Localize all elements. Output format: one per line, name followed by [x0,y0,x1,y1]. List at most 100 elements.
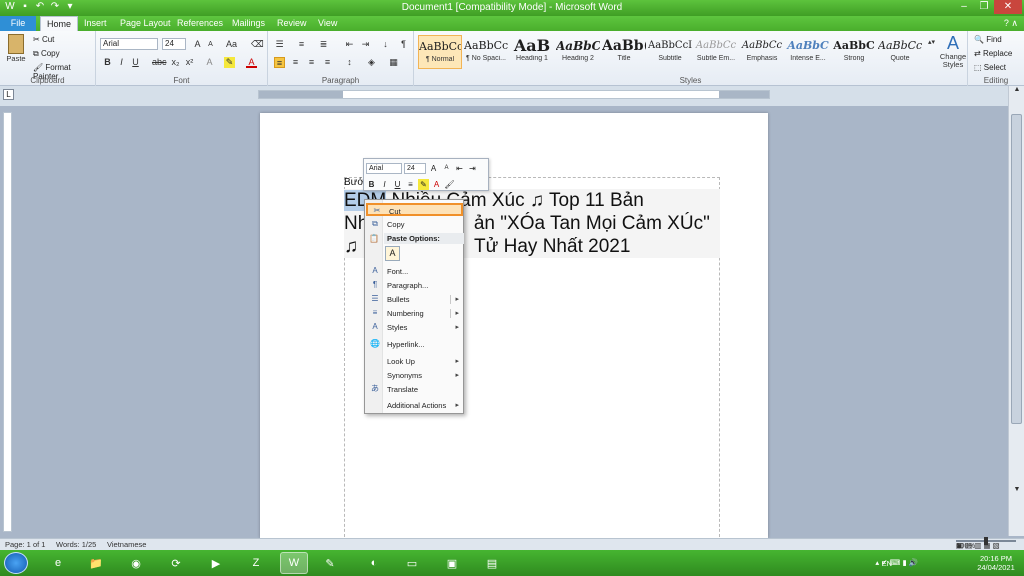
clear-formatting-icon[interactable]: ⌫ [251,39,264,50]
style-subtle-emphasis[interactable]: AaBbCc Subtle Em... [694,35,738,69]
shading-icon[interactable]: ◈ [366,57,377,68]
mini-font-size[interactable]: 24 [404,162,426,174]
justify-icon[interactable]: ≡ [322,57,333,68]
replace-button[interactable]: ⇄ Replace [974,49,1012,58]
bullets-icon[interactable]: ☰ [274,39,285,50]
paste-button[interactable]: Paste [4,34,28,63]
internet-explorer-icon[interactable]: e [44,552,72,574]
italic-icon[interactable]: I [116,57,127,68]
scroll-thumb[interactable] [1011,114,1022,424]
network-app-icon[interactable]: ▭ [398,552,426,574]
mini-center-icon[interactable]: ≡ [405,179,416,190]
borders-icon[interactable]: ▦ [388,57,399,68]
page-count[interactable]: Page: 1 of 1 [5,539,45,550]
decrease-indent-icon[interactable]: ⇤ [344,39,355,50]
strikethrough-icon[interactable]: abc [152,57,167,68]
change-styles-button[interactable]: A Change Styles [938,33,968,69]
word-taskbar-icon[interactable]: W [280,552,308,574]
file-explorer-icon[interactable]: 📁 [82,552,110,574]
mini-highlight-icon[interactable]: ✎ [418,178,429,190]
vertical-ruler[interactable] [3,112,12,532]
select-button[interactable]: ⬚ Select [974,63,1006,72]
scroll-up-icon[interactable]: ▲ [1009,86,1024,98]
zoom-meeting-icon[interactable]: ▣ [438,552,466,574]
style-heading-2[interactable]: AaBbC Heading 2 [556,35,600,69]
mini-underline-icon[interactable]: U [392,179,403,190]
increase-indent-icon[interactable]: ⇥ [360,39,371,50]
style-subtitle[interactable]: AaBbCcI Subtitle [648,35,692,69]
bold-icon[interactable]: B [102,57,113,68]
style-title[interactable]: AaBb( Title [602,35,646,69]
tab-view[interactable]: View [312,16,343,31]
paste-keep-text-button[interactable]: A [385,246,400,261]
zoom-slider[interactable] [956,537,1016,545]
app-icon[interactable]: ⟳ [162,552,190,574]
style-emphasis[interactable]: AaBbCc Emphasis [740,35,784,69]
vertical-scrollbar[interactable]: ▲ ▼ [1008,86,1024,536]
language-indicator[interactable]: Vietnamese [107,539,146,550]
menu-item-hyperlink[interactable]: 🌐 Hyperlink... [366,338,463,351]
mini-format-painter-icon[interactable]: 🖌 [444,179,455,190]
notepad-icon[interactable]: ▤ [478,552,506,574]
menu-item-cut[interactable]: ✂ Cut [366,203,463,216]
tab-review[interactable]: Review [271,16,313,31]
style-strong[interactable]: AaBbC Strong [832,35,876,69]
mini-font-color-icon[interactable]: A [431,179,442,190]
menu-item-synonyms[interactable]: Synonyms ▸ [366,369,463,382]
word-count[interactable]: Words: 1/25 [56,539,96,550]
menu-item-font[interactable]: A Font... [366,265,463,278]
mini-grow-font-icon[interactable]: A [428,163,439,174]
tab-home[interactable]: Home [40,16,79,31]
menu-item-bullets[interactable]: ☰ Bullets ▸ [366,293,463,306]
menu-item-paragraph[interactable]: ¶ Paragraph... [366,279,463,292]
multilevel-list-icon[interactable]: ≣ [318,39,329,50]
numbering-icon[interactable]: ≡ [296,39,307,50]
help-icon[interactable]: ? ∧ [1004,18,1018,29]
style-normal[interactable]: AaBbCc ¶ Normal [418,35,462,69]
menu-item-look-up[interactable]: Look Up ▸ [366,355,463,368]
mini-shrink-font-icon[interactable]: A [441,163,452,174]
grow-font-icon[interactable]: A [192,39,203,50]
menu-item-additional-actions[interactable]: Additional Actions ▸ [366,399,463,412]
menu-item-numbering[interactable]: ≡ Numbering ▸ [366,307,463,320]
minimize-button[interactable]: – [954,0,974,14]
restore-button[interactable]: ❐ [974,0,994,14]
mini-font-name[interactable]: Arial [366,162,402,174]
find-button[interactable]: 🔍 Find [974,35,1002,44]
align-left-icon[interactable]: ≡ [274,57,285,68]
copy-button[interactable]: ⧉ Copy [33,49,60,59]
mini-decrease-indent-icon[interactable]: ⇤ [454,163,465,174]
change-case-icon[interactable]: Aa [226,39,237,50]
style-intense-emphasis[interactable]: AaBbC Intense E... [786,35,830,69]
tab-mailings[interactable]: Mailings [226,16,271,31]
sort-icon[interactable]: ↓ [380,39,391,50]
zoom-slider-knob[interactable] [984,537,988,545]
text-effects-icon[interactable]: A [204,57,215,68]
tab-insert[interactable]: Insert [78,16,113,31]
align-center-icon[interactable]: ≡ [290,57,301,68]
style-no-spacing[interactable]: AaBbCc ¶ No Spaci... [464,35,508,69]
start-button[interactable] [4,552,28,574]
tab-selector-button[interactable]: L [3,89,14,100]
system-clock[interactable]: 20:16 PM 24/04/2021 [974,554,1018,572]
mini-italic-icon[interactable]: I [379,179,390,190]
horizontal-ruler[interactable] [258,90,770,99]
menu-item-translate[interactable]: あ Translate [366,383,463,396]
close-button[interactable]: ✕ [994,0,1022,14]
paint-icon[interactable]: ✎ [316,552,344,574]
subscript-icon[interactable]: x₂ [170,57,181,68]
document-page[interactable]: Bướ EDM Nhiều Cảm Xúc ♫ Top 11 Bản Nh ản… [260,113,768,547]
style-quote[interactable]: AaBbCc Quote [878,35,922,69]
menu-item-copy[interactable]: ⧉ Copy [366,218,463,231]
highlight-icon[interactable]: ✎ [224,57,235,68]
mini-bold-icon[interactable]: B [366,179,377,190]
tray-icons[interactable]: ▴ ✔ ⌨ ▮ 🔊 [875,558,918,567]
font-name-combo[interactable]: Arial [100,38,158,50]
tab-page-layout[interactable]: Page Layout [114,16,177,31]
cut-button[interactable]: ✂ Cut [33,35,54,44]
style-heading-1[interactable]: AaB Heading 1 [510,35,554,69]
show-formatting-icon[interactable]: ¶ [398,39,409,50]
align-right-icon[interactable]: ≡ [306,57,317,68]
font-color-icon[interactable]: A [246,57,257,68]
chrome-icon[interactable]: ◉ [122,552,150,574]
